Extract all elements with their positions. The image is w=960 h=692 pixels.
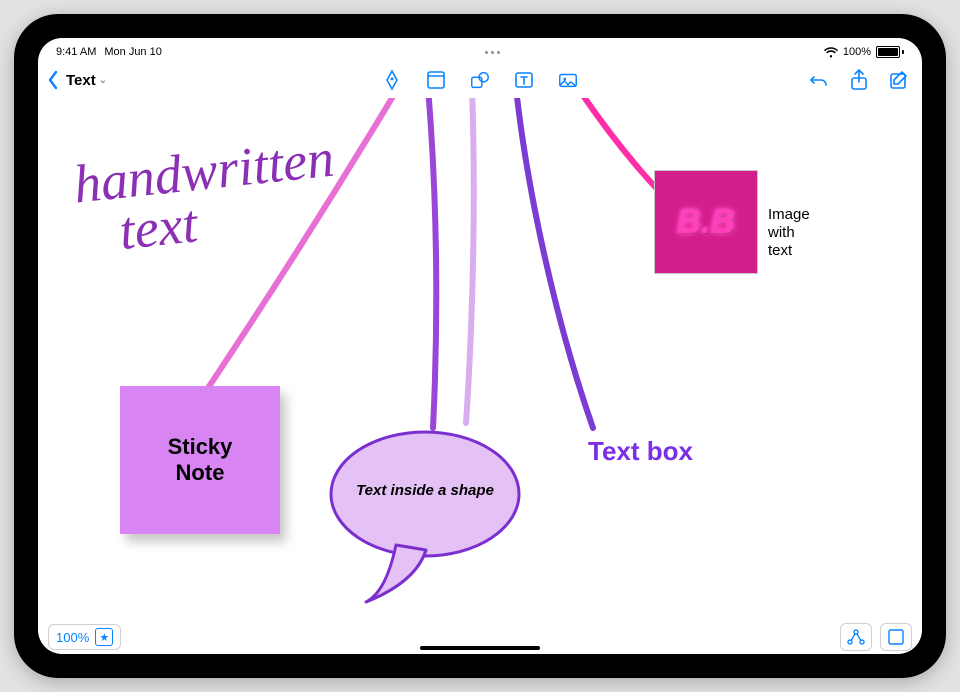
multitask-dots[interactable] <box>485 51 500 54</box>
text-box[interactable]: Text box <box>588 436 693 467</box>
zoom-level-label: 100% <box>56 630 89 645</box>
screen: 9:41 AM Mon Jun 10 100% <box>38 38 922 654</box>
speech-bubble-text: Text inside a shape <box>326 482 524 499</box>
pen-tool-button[interactable] <box>381 69 403 91</box>
sticky-note[interactable]: Sticky Note <box>120 386 280 534</box>
speech-bubble-shape[interactable]: Text inside a shape <box>326 422 524 610</box>
image-text: B.B <box>677 203 736 242</box>
inserted-image[interactable]: B.B <box>654 170 758 274</box>
undo-button[interactable] <box>808 69 830 91</box>
compose-button[interactable] <box>888 69 910 91</box>
favorite-icon: ★ <box>95 628 113 646</box>
battery-icon <box>876 46 904 58</box>
handwritten-text[interactable]: handwritten text <box>71 133 341 262</box>
minimap-button[interactable] <box>880 623 912 651</box>
home-indicator[interactable] <box>420 646 540 650</box>
sticky-note-tool-button[interactable] <box>425 69 447 91</box>
wifi-icon <box>824 47 838 58</box>
back-button[interactable] <box>46 70 60 90</box>
battery-percent: 100% <box>843 46 871 58</box>
sticky-note-label: Sticky Note <box>168 434 233 486</box>
status-date: Mon Jun 10 <box>104 46 161 58</box>
share-button[interactable] <box>848 69 870 91</box>
document-title-button[interactable]: Text ⌄ <box>66 72 107 89</box>
zoom-control[interactable]: 100% ★ <box>48 624 121 650</box>
media-tool-button[interactable] <box>557 69 579 91</box>
connections-button[interactable] <box>840 623 872 651</box>
text-tool-button[interactable] <box>513 69 535 91</box>
status-time: 9:41 AM <box>56 46 96 58</box>
document-title-label: Text <box>66 72 96 89</box>
chevron-down-icon: ⌄ <box>99 75 107 86</box>
image-caption: Image with text <box>768 206 810 260</box>
toolbar: Text ⌄ <box>38 62 922 98</box>
freeform-canvas[interactable]: handwritten text Sticky Note Text inside… <box>38 98 922 620</box>
ipad-frame: 9:41 AM Mon Jun 10 100% <box>14 14 946 678</box>
status-bar: 9:41 AM Mon Jun 10 100% <box>38 38 922 62</box>
shapes-tool-button[interactable] <box>469 69 491 91</box>
